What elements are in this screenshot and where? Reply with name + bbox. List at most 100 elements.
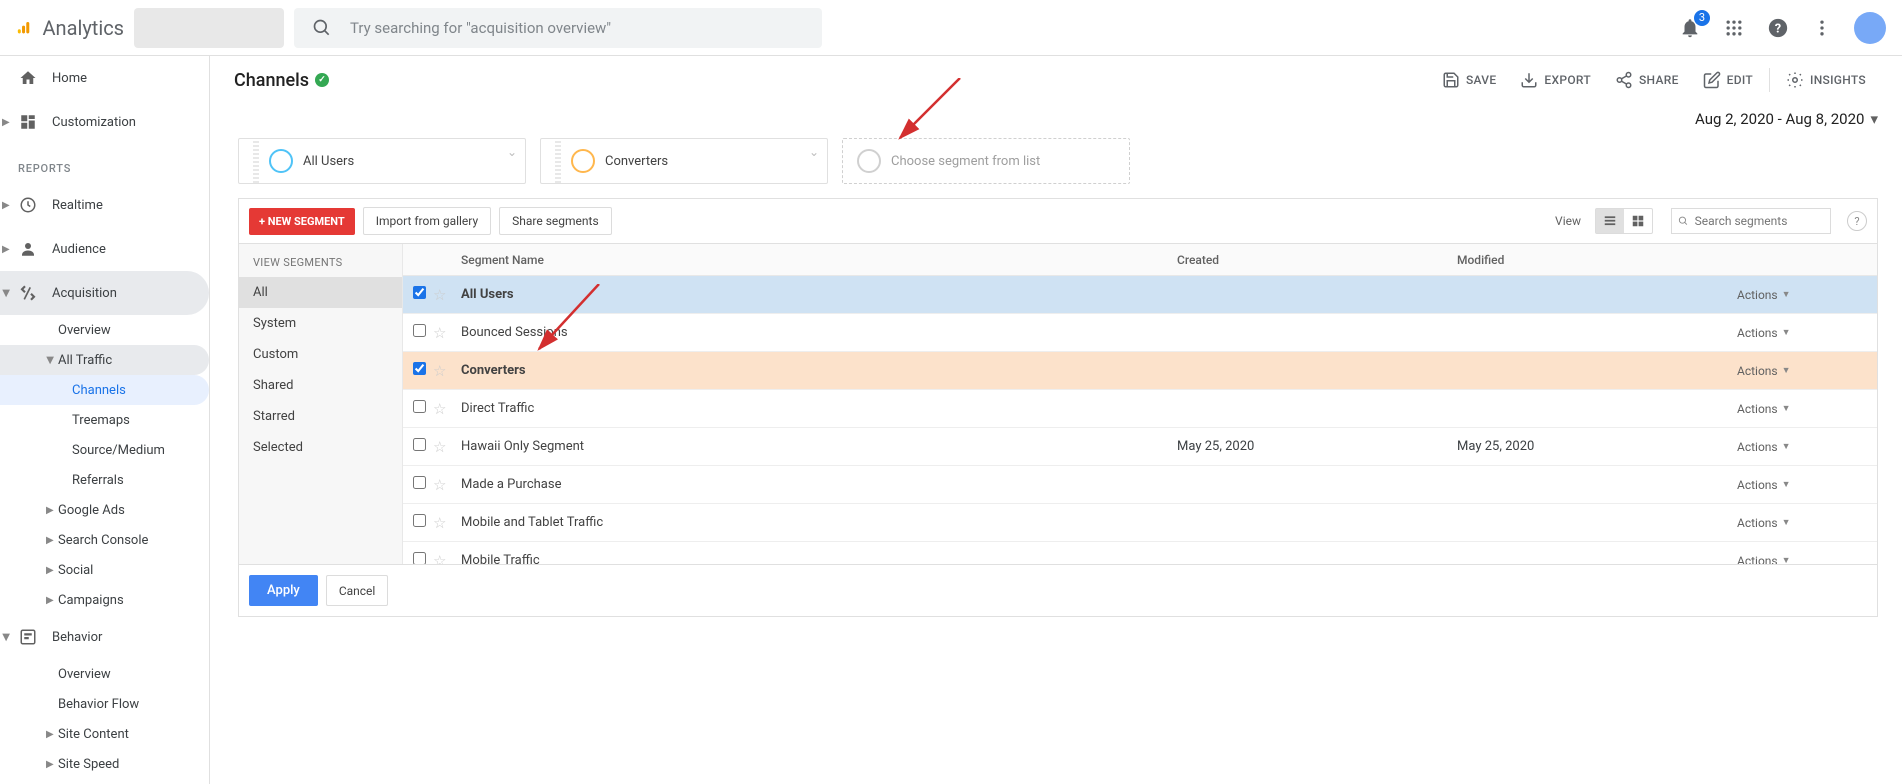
nav-beh-site-speed[interactable]: ▶Site Speed <box>0 749 209 779</box>
row-checkbox[interactable] <box>413 324 426 337</box>
segment-pill-add[interactable]: Choose segment from list <box>842 138 1130 184</box>
nav-beh-site-content[interactable]: ▶Site Content <box>0 719 209 749</box>
apply-button[interactable]: Apply <box>249 575 318 606</box>
notification-count: 3 <box>1694 10 1710 26</box>
row-actions-button[interactable]: Actions▼ <box>1737 326 1877 340</box>
view-grid-button[interactable] <box>1624 209 1652 233</box>
row-actions-button[interactable]: Actions▼ <box>1737 516 1877 530</box>
nav-acq-treemaps[interactable]: Treemaps <box>0 405 209 435</box>
row-checkbox[interactable] <box>413 514 426 527</box>
row-actions-button[interactable]: Actions▼ <box>1737 402 1877 416</box>
nav-acq-all-traffic[interactable]: ▶All Traffic <box>0 345 209 375</box>
table-row[interactable]: ☆ Hawaii Only Segment May 25, 2020 May 2… <box>403 428 1877 466</box>
share-button[interactable]: SHARE <box>1603 64 1691 96</box>
nav-acq-campaigns[interactable]: ▶Campaigns <box>0 585 209 615</box>
nav-sidebar: Home ▶ Customization REPORTS ▶ Realtime … <box>0 56 210 784</box>
view-list-button[interactable] <box>1596 209 1624 233</box>
row-checkbox[interactable] <box>413 476 426 489</box>
chevron-right-icon: ▶ <box>46 729 54 740</box>
nav-customization[interactable]: ▶ Customization <box>0 100 209 144</box>
filter-system[interactable]: System <box>239 308 402 339</box>
row-name: Made a Purchase <box>457 477 1177 492</box>
search-placeholder: Try searching for "acquisition overview" <box>350 19 611 37</box>
row-actions-button[interactable]: Actions▼ <box>1737 478 1877 492</box>
cancel-button[interactable]: Cancel <box>326 575 389 606</box>
nav-audience[interactable]: ▶ Audience <box>0 227 209 271</box>
nav-label: Acquisition <box>52 286 117 301</box>
app-header: Analytics Try searching for "acquisition… <box>0 0 1902 56</box>
edit-button[interactable]: EDIT <box>1691 64 1765 96</box>
analytics-title: Analytics <box>43 16 125 40</box>
row-actions-button[interactable]: Actions▼ <box>1737 440 1877 454</box>
table-row[interactable]: ☆ All Users Actions▼ <box>403 276 1877 314</box>
nav-beh-overview[interactable]: Overview <box>0 659 209 689</box>
filter-shared[interactable]: Shared <box>239 370 402 401</box>
filter-all[interactable]: All <box>239 277 402 308</box>
nav-acq-source-medium[interactable]: Source/Medium <box>0 435 209 465</box>
filter-selected[interactable]: Selected <box>239 432 402 463</box>
notifications-button[interactable]: 3 <box>1678 16 1702 40</box>
filter-custom[interactable]: Custom <box>239 339 402 370</box>
star-icon[interactable]: ☆ <box>433 324 457 342</box>
account-selector[interactable] <box>134 8 284 48</box>
nav-acquisition[interactable]: ▶ Acquisition <box>0 271 209 315</box>
star-icon[interactable]: ☆ <box>433 514 457 532</box>
segment-circle-icon <box>269 149 293 173</box>
table-row[interactable]: ☆ Converters Actions▼ <box>403 352 1877 390</box>
nav-acq-overview[interactable]: Overview <box>0 315 209 345</box>
table-row[interactable]: ☆ Direct Traffic Actions▼ <box>403 390 1877 428</box>
page-header: Channels SAVE EXPORT SHARE EDIT INSIGHTS <box>210 56 1902 104</box>
segment-pill-converters[interactable]: Converters ⌄ <box>540 138 828 184</box>
table-row[interactable]: ☆ Made a Purchase Actions▼ <box>403 466 1877 504</box>
save-button[interactable]: SAVE <box>1430 64 1508 96</box>
star-icon[interactable]: ☆ <box>433 362 457 380</box>
help-button[interactable]: ? <box>1766 16 1790 40</box>
search-segments-input[interactable] <box>1695 214 1824 228</box>
table-row[interactable]: ☆ Mobile Traffic Actions▼ <box>403 542 1877 564</box>
star-icon[interactable]: ☆ <box>433 552 457 565</box>
insights-button[interactable]: INSIGHTS <box>1774 64 1878 96</box>
new-segment-button[interactable]: + NEW SEGMENT <box>249 208 355 235</box>
filter-starred[interactable]: Starred <box>239 401 402 432</box>
row-checkbox[interactable] <box>413 400 426 413</box>
nav-acq-referrals[interactable]: Referrals <box>0 465 209 495</box>
nav-beh-flow[interactable]: Behavior Flow <box>0 689 209 719</box>
nav-acq-channels[interactable]: Channels <box>0 375 209 405</box>
more-button[interactable] <box>1810 16 1834 40</box>
search-segments-box[interactable] <box>1671 208 1831 234</box>
row-checkbox[interactable] <box>413 552 426 564</box>
nav-realtime[interactable]: ▶ Realtime <box>0 183 209 227</box>
chevron-right-icon: ▶ <box>46 565 54 576</box>
row-checkbox[interactable] <box>413 362 426 375</box>
page-actions: SAVE EXPORT SHARE EDIT INSIGHTS <box>1430 64 1878 96</box>
row-actions-button[interactable]: Actions▼ <box>1737 364 1877 378</box>
drag-handle <box>253 139 259 183</box>
date-range-picker[interactable]: Aug 2, 2020 - Aug 8, 2020 ▾ <box>210 104 1902 138</box>
segment-pill-all-users[interactable]: All Users ⌄ <box>238 138 526 184</box>
star-icon[interactable]: ☆ <box>433 286 457 304</box>
help-button[interactable]: ? <box>1847 211 1867 231</box>
export-button[interactable]: EXPORT <box>1508 64 1603 96</box>
star-icon[interactable]: ☆ <box>433 476 457 494</box>
nav-acq-search-console[interactable]: ▶Search Console <box>0 525 209 555</box>
acquisition-icon <box>18 283 38 303</box>
nav-acq-social[interactable]: ▶Social <box>0 555 209 585</box>
nav-behavior[interactable]: ▶ Behavior <box>0 615 209 659</box>
star-icon[interactable]: ☆ <box>433 400 457 418</box>
row-actions-button[interactable]: Actions▼ <box>1737 288 1877 302</box>
search-box[interactable]: Try searching for "acquisition overview" <box>294 8 822 48</box>
user-avatar[interactable] <box>1854 12 1886 44</box>
import-button[interactable]: Import from gallery <box>363 207 491 235</box>
chevron-right-icon: ▶ <box>2 200 10 211</box>
chevron-right-icon: ▶ <box>2 244 10 255</box>
apps-button[interactable] <box>1722 16 1746 40</box>
table-row[interactable]: ☆ Mobile and Tablet Traffic Actions▼ <box>403 504 1877 542</box>
nav-home[interactable]: Home <box>0 56 209 100</box>
row-actions-button[interactable]: Actions▼ <box>1737 554 1877 565</box>
nav-acq-google-ads[interactable]: ▶Google Ads <box>0 495 209 525</box>
share-segments-button[interactable]: Share segments <box>499 207 611 235</box>
table-row[interactable]: ☆ Bounced Sessions Actions▼ <box>403 314 1877 352</box>
row-checkbox[interactable] <box>413 438 426 451</box>
row-checkbox[interactable] <box>413 286 426 299</box>
star-icon[interactable]: ☆ <box>433 438 457 456</box>
